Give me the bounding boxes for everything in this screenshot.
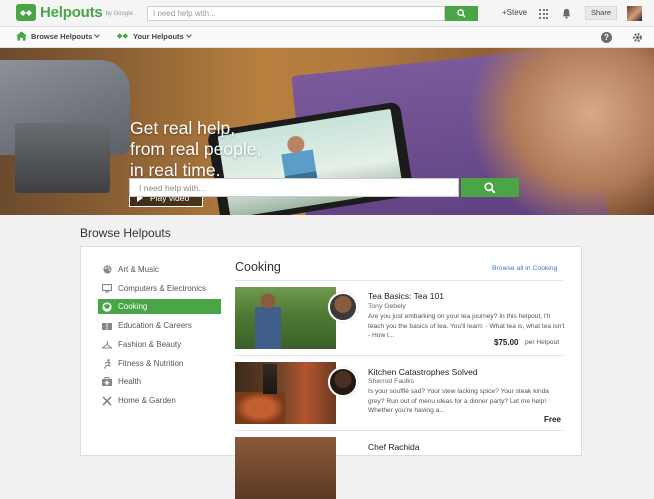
helpout-price: Free [544,415,561,424]
category-fashion-beauty[interactable]: Fashion & Beauty [98,337,221,352]
provider-avatar[interactable] [328,367,358,397]
first-aid-icon [102,377,112,387]
hero-search-button[interactable] [461,178,519,197]
palette-icon [102,265,112,275]
browse-panel: Art & Music Computers & Electronics Cook… [80,246,582,499]
helpout-price: $75.00 [494,338,519,347]
hero-search-input[interactable]: I need help with... [129,178,459,197]
browse-all-link[interactable]: Browse all in Cooking [492,265,557,272]
helpout-thumbnail[interactable] [235,437,336,499]
chef-hat-icon [102,301,112,312]
apps-grid-icon[interactable] [539,9,549,19]
helpout-thumbnail[interactable] [235,287,336,349]
helpout-description: Is your soufflé sad? Your stew lacking s… [368,388,549,414]
browse-helpouts-label: Browse Helpouts [31,31,93,41]
helpouts-logo-icon [16,4,36,21]
divider [235,280,563,281]
hanger-icon [102,340,112,350]
category-home-garden[interactable]: Home & Garden [98,393,221,408]
search-icon [457,9,466,18]
monitor-icon [102,284,112,294]
helpouts-hands-icon [116,33,129,39]
category-health[interactable]: Health [98,374,221,389]
search-icon [484,181,496,193]
tools-icon [102,395,112,406]
box-image [15,123,110,193]
category-cooking[interactable]: Cooking [98,299,221,314]
helpout-title[interactable]: Tea Basics: Tea 101 [368,291,444,301]
chevron-down-icon [185,32,192,38]
hero-banner: Get real help, from real people, in real… [0,48,654,215]
user-profile-link[interactable]: +Steve [502,8,527,17]
gear-icon[interactable] [632,32,643,43]
top-search-button[interactable] [445,6,478,21]
helpout-title[interactable]: Chef Rachida [368,442,420,452]
chevron-down-icon [94,32,101,38]
share-button[interactable]: Share [585,6,617,20]
browse-section-title: Browse Helpouts [80,226,171,240]
helpout-price-unit: per Helpout [525,339,560,346]
home-icon [16,31,27,41]
top-bar: Helpouts by Google I need help with... +… [0,0,654,27]
category-computers-electronics[interactable]: Computers & Electronics [98,281,221,296]
helpout-author[interactable]: Tony Gebely [368,303,406,310]
divider [235,355,563,356]
sub-navigation: Browse Helpouts Your Helpouts ? [0,27,654,48]
helpout-title[interactable]: Kitchen Catastrophes Solved [368,367,478,377]
user-avatar[interactable] [627,6,642,21]
book-icon [102,321,112,331]
runner-icon [102,358,112,369]
notifications-bell-icon[interactable] [561,8,572,19]
category-list-title: Cooking [235,260,281,274]
helpout-thumbnail[interactable] [235,362,336,424]
provider-avatar[interactable] [328,292,358,322]
brand-name: Helpouts [40,4,103,21]
category-education-careers[interactable]: Education & Careers [98,318,221,333]
brand-by-google: by Google [105,11,133,17]
browse-helpouts-menu[interactable]: Browse Helpouts [16,31,101,41]
helpout-description: Are you just embarking on your tea journ… [368,313,565,339]
help-icon[interactable]: ? [601,32,612,43]
helpout-author[interactable]: Sherrod Faulks [368,378,414,385]
hero-headline: Get real help, from real people, in real… [130,118,262,180]
your-helpouts-menu[interactable]: Your Helpouts [116,31,192,41]
your-helpouts-label: Your Helpouts [133,31,184,41]
category-art-music[interactable]: Art & Music [98,262,221,277]
divider [235,430,563,431]
category-fitness-nutrition[interactable]: Fitness & Nutrition [98,356,221,371]
helpouts-logo[interactable]: Helpouts by Google [16,4,133,21]
top-search-input[interactable]: I need help with... [147,6,445,21]
